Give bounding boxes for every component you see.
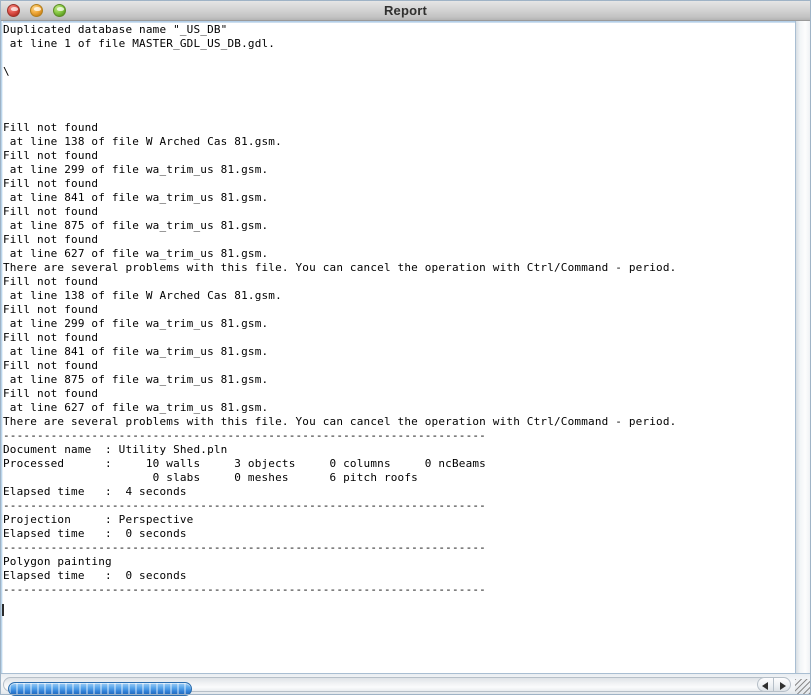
horizontal-scrollbar[interactable]	[0, 673, 811, 696]
horizontal-scrollbar-thumb[interactable]	[8, 682, 192, 696]
window-resize-grip[interactable]	[795, 679, 811, 695]
report-window: Report Duplicated database name "_US_DB"…	[0, 0, 811, 696]
scroll-right-arrow-icon[interactable]	[774, 677, 791, 692]
vertical-scrollbar[interactable]	[795, 21, 811, 673]
window-title: Report	[383, 3, 428, 18]
text-caret	[2, 604, 4, 616]
horizontal-scrollbar-track[interactable]	[3, 677, 769, 696]
report-log-text[interactable]: Duplicated database name "_US_DB" at lin…	[3, 23, 783, 671]
window-titlebar[interactable]: Report	[0, 0, 811, 21]
report-text-area[interactable]: Duplicated database name "_US_DB" at lin…	[0, 21, 811, 673]
scroll-left-arrow-icon[interactable]	[757, 677, 774, 692]
horizontal-scroll-arrows	[757, 677, 793, 693]
